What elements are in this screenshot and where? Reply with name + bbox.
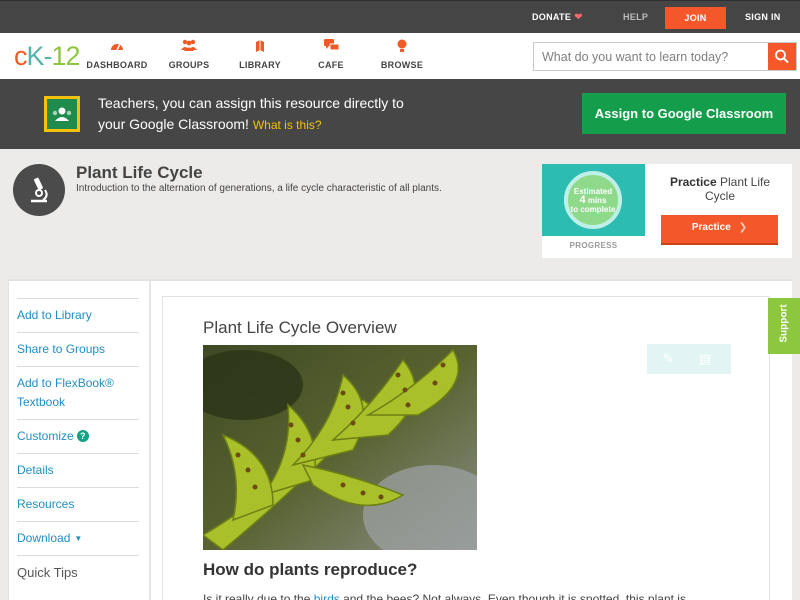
- caret-down-icon: ▼: [74, 534, 83, 543]
- search-box: [533, 42, 797, 71]
- nav-browse[interactable]: BROWSE: [367, 39, 437, 70]
- concept-header: Plant Life Cycle Introduction to the alt…: [0, 149, 800, 279]
- nav-browse-label: BROWSE: [380, 60, 424, 70]
- sidebar-item-resources[interactable]: Resources: [17, 487, 139, 521]
- donate-link[interactable]: DONATE ❤: [532, 1, 583, 34]
- nav-cafe[interactable]: CAFE: [296, 39, 366, 70]
- ck12-logo[interactable]: cK-12: [14, 41, 81, 71]
- sidebar-item-quick-tips[interactable]: Quick Tips: [17, 555, 139, 589]
- notes-icon[interactable]: ▤: [699, 351, 711, 367]
- download-label: Download: [17, 531, 71, 545]
- mins-label: mins: [587, 196, 607, 205]
- nav-groups[interactable]: GROUPS: [154, 39, 224, 70]
- dashboard-icon: [82, 39, 152, 55]
- content-area: Add to Library Share to Groups Add to Fl…: [8, 279, 792, 600]
- google-classroom-banner: Teachers, you can assign this resource d…: [0, 79, 800, 149]
- main-header: cK-12 DASHBOARD GROUPS LIBRARY CAFE BROW…: [0, 33, 800, 79]
- sidebar-item-share-to-groups[interactable]: Share to Groups: [17, 332, 139, 366]
- lesson-panel: Plant Life Cycle Overview ✎ ▤ How do pla…: [162, 296, 770, 600]
- lesson-question: How do plants reproduce?: [203, 560, 418, 579]
- library-icon: [225, 39, 295, 55]
- logo-12: 12: [51, 41, 81, 71]
- help-link[interactable]: HELP: [623, 1, 648, 34]
- classroom-message: Teachers, you can assign this resource d…: [98, 93, 458, 136]
- search-input[interactable]: [534, 43, 766, 70]
- estimated-time: Estimated 4 mins to complete: [568, 187, 618, 214]
- practice-button[interactable]: Practice ❯: [661, 215, 778, 243]
- page-title: Plant Life Cycle: [76, 163, 203, 182]
- overview-title: Plant Life Cycle Overview: [203, 318, 397, 337]
- logo-k: K: [26, 41, 45, 71]
- sidebar: Add to Library Share to Groups Add to Fl…: [9, 281, 151, 600]
- concept-description: Introduction to the alternation of gener…: [76, 183, 442, 194]
- browse-icon: [367, 39, 437, 55]
- nav-dashboard-label: DASHBOARD: [86, 60, 148, 70]
- search-icon: [775, 49, 789, 64]
- sidebar-item-add-to-flexbook[interactable]: Add to FlexBook® Textbook: [17, 366, 139, 419]
- classroom-message-line1: Teachers, you can assign this resource d…: [98, 95, 404, 111]
- support-label: Support: [778, 304, 790, 343]
- to-complete-label: to complete: [570, 205, 616, 214]
- heart-icon: ❤: [574, 12, 583, 23]
- sidebar-item-download[interactable]: Download ▼: [17, 521, 139, 555]
- fern-image: [203, 345, 477, 550]
- pencil-icon[interactable]: ✎: [663, 351, 674, 367]
- support-tab[interactable]: Support: [768, 298, 800, 354]
- paragraph-end: and the bees? Not always. Even though it…: [339, 592, 686, 600]
- search-button[interactable]: [768, 43, 796, 70]
- sign-in-link[interactable]: SIGN IN: [745, 1, 781, 34]
- nav-cafe-label: CAFE: [318, 60, 344, 70]
- sidebar-item-add-to-library[interactable]: Add to Library: [17, 298, 139, 332]
- assign-to-google-classroom-button[interactable]: Assign to Google Classroom: [582, 93, 786, 134]
- help-icon[interactable]: ?: [76, 430, 89, 442]
- cafe-icon: [296, 39, 366, 55]
- practice-title-bold: Practice: [669, 175, 717, 189]
- progress-graphic: Estimated 4 mins to complete: [542, 164, 645, 236]
- join-button[interactable]: JOIN: [665, 7, 726, 29]
- nav-library-label: LIBRARY: [239, 60, 281, 70]
- top-utility-bar: DONATE ❤ HELP JOIN SIGN IN: [0, 0, 800, 33]
- nav-groups-label: GROUPS: [168, 60, 210, 70]
- google-classroom-icon: [44, 96, 80, 132]
- progress-ring: Estimated 4 mins to complete: [564, 171, 622, 229]
- sidebar-menu: Add to Library Share to Groups Add to Fl…: [17, 298, 139, 589]
- logo-dash: -: [43, 41, 53, 71]
- birds-link[interactable]: birds: [314, 592, 340, 600]
- lesson-paragraph: Is it really due to the birds and the be…: [203, 592, 723, 600]
- progress-label: PROGRESS: [569, 241, 618, 250]
- nav-dashboard[interactable]: DASHBOARD: [82, 39, 152, 70]
- paragraph-start: Is it really due to the: [203, 592, 314, 600]
- sidebar-item-customize[interactable]: Customize?: [17, 419, 139, 453]
- logo-c: c: [14, 41, 27, 71]
- nav-library[interactable]: LIBRARY: [225, 39, 295, 70]
- customize-label: Customize: [17, 429, 74, 443]
- microscope-icon: [13, 164, 65, 216]
- practice-title: Practice Plant Life Cycle: [662, 175, 778, 203]
- donate-label: DONATE: [532, 12, 572, 22]
- groups-icon: [154, 39, 224, 55]
- lesson-tools: ✎ ▤: [647, 344, 731, 374]
- practice-card: Estimated 4 mins to complete PROGRESS Pr…: [542, 164, 792, 258]
- sidebar-item-details[interactable]: Details: [17, 453, 139, 487]
- classroom-message-line2: your Google Classroom!: [98, 116, 249, 132]
- what-is-this-link[interactable]: What is this?: [253, 118, 322, 132]
- chevron-right-icon: ❯: [738, 222, 748, 233]
- practice-button-label: Practice: [691, 222, 731, 233]
